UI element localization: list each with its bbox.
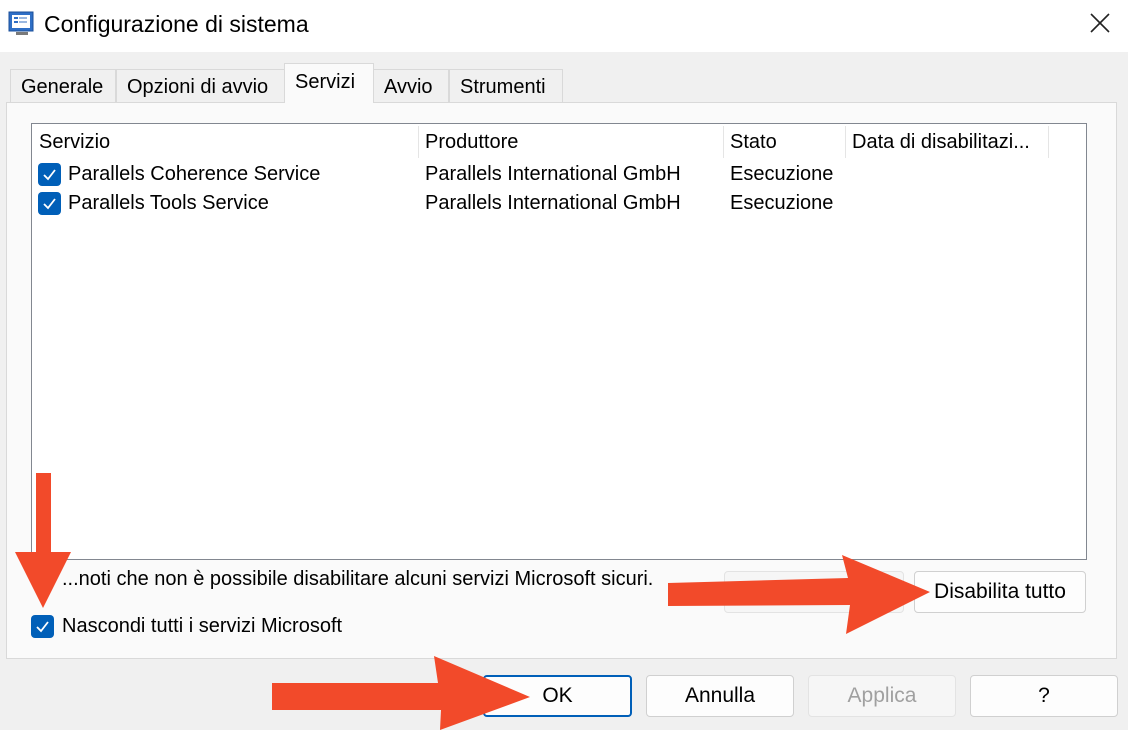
service-checkbox[interactable]: [38, 192, 61, 215]
checkmark-icon: [36, 620, 49, 632]
apply-button[interactable]: Applica: [808, 675, 956, 717]
service-vendor: Parallels International GmbH: [425, 192, 681, 214]
column-header-servizio[interactable]: Servizio: [32, 124, 418, 160]
service-status: Esecuzione: [730, 192, 834, 214]
ok-button[interactable]: OK: [483, 675, 632, 717]
tab-strumenti[interactable]: Strumenti: [449, 69, 563, 103]
service-status: Esecuzione: [730, 163, 834, 185]
column-header-stato[interactable]: Stato: [723, 124, 845, 160]
tab-servizi[interactable]: Servizi: [284, 63, 374, 103]
column-divider[interactable]: [1048, 126, 1049, 158]
microsoft-services-note: ...noti che non è possibile disabilitare…: [62, 568, 654, 590]
hide-microsoft-label: Nascondi tutti i servizi Microsoft: [62, 615, 343, 637]
tab-avvio[interactable]: Avvio: [373, 69, 449, 103]
checkmark-icon: [43, 198, 56, 210]
service-name: Parallels Coherence Service: [68, 163, 321, 185]
column-header-produttore[interactable]: Produttore: [418, 124, 723, 160]
tab-opzioni-di-avvio[interactable]: Opzioni di avvio: [116, 69, 285, 103]
service-vendor: Parallels International GmbH: [425, 163, 681, 185]
column-header-data-disabilitazione[interactable]: Data di disabilitazi...: [845, 124, 1048, 160]
cancel-button[interactable]: Annulla: [646, 675, 794, 717]
services-list[interactable]: Servizio Produttore Stato Data di disabi…: [31, 123, 1087, 560]
tab-generale[interactable]: Generale: [10, 69, 116, 103]
disable-all-button[interactable]: Disabilita tutto: [914, 571, 1086, 613]
table-row[interactable]: Parallels Tools Service Parallels Intern…: [32, 189, 1086, 218]
title-bar: Configurazione di sistema: [0, 0, 1128, 52]
close-icon: [1090, 13, 1110, 33]
service-checkbox[interactable]: [38, 163, 61, 186]
hide-microsoft-services-checkbox[interactable]: Nascondi tutti i servizi Microsoft: [31, 613, 342, 639]
service-name: Parallels Tools Service: [68, 192, 269, 214]
help-button[interactable]: ?: [970, 675, 1118, 717]
msconfig-app-icon: [8, 9, 36, 37]
hide-microsoft-checkbox-box[interactable]: [31, 614, 54, 638]
close-button[interactable]: [1072, 0, 1128, 46]
window-title: Configurazione di sistema: [44, 11, 309, 37]
table-row[interactable]: Parallels Coherence Service Parallels In…: [32, 160, 1086, 189]
checkmark-icon: [43, 169, 56, 181]
enable-all-button[interactable]: [724, 571, 904, 613]
